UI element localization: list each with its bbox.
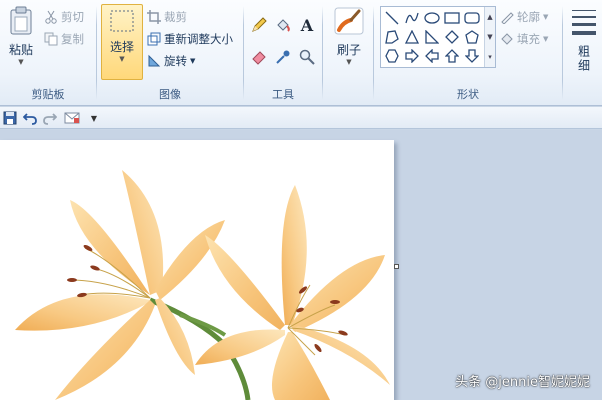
rectangle-shape-icon[interactable]	[443, 9, 461, 27]
size-label: 粗细	[576, 45, 591, 73]
undo-icon[interactable]	[22, 110, 38, 126]
fill-shape-button[interactable]: 填充 ▼	[500, 30, 548, 48]
paste-dropdown-icon[interactable]: ▼	[4, 58, 38, 66]
fill-shape-label: 填充	[517, 32, 540, 46]
cut-button[interactable]: 剪切	[44, 8, 84, 26]
outline-dropdown-icon[interactable]: ▼	[543, 13, 548, 21]
tools-group-label: 工具	[272, 88, 294, 101]
clipboard-group-label: 剪贴板	[31, 88, 65, 101]
clipboard-group: 粘贴 ▼ 剪切 复制 剪贴板	[0, 0, 96, 106]
crop-label: 裁剪	[164, 10, 187, 24]
outline-label: 轮廓	[517, 10, 540, 24]
brushes-group: 刷子 ▼	[323, 0, 373, 106]
lily-image	[0, 140, 394, 400]
copy-icon	[44, 32, 58, 46]
gallery-expand-icon[interactable]: ▾	[485, 47, 495, 67]
ribbon: 粘贴 ▼ 剪切 复制 剪贴板 选择 ▼ 裁剪 重新调整大小 旋转 ▼ 图像 A …	[0, 0, 602, 106]
shapes-gallery: ▲ ▼ ▾	[380, 6, 496, 68]
paste-label: 粘贴	[8, 43, 33, 57]
magnifier-icon[interactable]	[298, 48, 316, 66]
email-icon[interactable]	[64, 110, 80, 126]
resize-label: 重新调整大小	[164, 32, 233, 46]
canvas-resize-handle-right[interactable]	[394, 264, 399, 269]
image-group-label: 图像	[159, 88, 181, 101]
scissors-icon	[45, 10, 57, 24]
crop-button[interactable]: 裁剪	[147, 8, 187, 26]
copy-button[interactable]: 复制	[44, 30, 84, 48]
crop-icon	[147, 10, 161, 24]
rotate-label: 旋转	[164, 54, 187, 68]
brushes-label: 刷子	[336, 43, 361, 57]
resize-icon	[147, 32, 161, 46]
select-label: 选择	[109, 40, 134, 54]
color-picker-icon[interactable]	[274, 48, 292, 66]
save-icon[interactable]	[2, 110, 18, 126]
rotate-dropdown-icon[interactable]: ▼	[190, 57, 195, 65]
pencil-icon[interactable]	[250, 16, 268, 34]
customize-dropdown-icon[interactable]: ▼	[86, 110, 102, 126]
triangle-shape-icon[interactable]	[403, 28, 421, 46]
workspace: 头条 @jennie智妮妮妮	[0, 130, 602, 400]
pentagon-shape-icon[interactable]	[463, 28, 481, 46]
resize-button[interactable]: 重新调整大小	[147, 30, 233, 48]
drawing-canvas[interactable]	[0, 140, 394, 400]
down-arrow-shape-icon[interactable]	[463, 47, 481, 65]
select-icon	[110, 10, 134, 32]
fill-dropdown-icon[interactable]: ▼	[543, 35, 548, 43]
select-button[interactable]: 选择 ▼	[101, 4, 143, 80]
brushes-dropdown-icon[interactable]: ▼	[329, 58, 369, 66]
redo-icon[interactable]	[42, 110, 58, 126]
brushes-button[interactable]: 刷子 ▼	[329, 6, 369, 66]
outline-icon	[501, 12, 514, 24]
fill-bucket-icon	[501, 33, 513, 45]
left-arrow-shape-icon[interactable]	[423, 47, 441, 65]
shapes-group: ▲ ▼ ▾ 轮廓 ▼ 填充 ▼ 形状	[374, 0, 562, 106]
paste-button[interactable]: 粘贴 ▼	[4, 6, 38, 66]
shapes-scrollbar[interactable]: ▲ ▼ ▾	[484, 7, 495, 67]
brush-icon	[334, 7, 364, 35]
hexagon-shape-icon[interactable]	[383, 47, 401, 65]
scroll-up-icon[interactable]: ▲	[485, 7, 495, 27]
oval-shape-icon[interactable]	[423, 9, 441, 27]
watermark-text: 头条 @jennie智妮妮妮	[455, 375, 590, 390]
cut-label: 剪切	[61, 10, 84, 24]
outline-button[interactable]: 轮廓 ▼	[500, 8, 548, 26]
text-icon[interactable]: A	[298, 16, 316, 35]
line-width-icon	[572, 10, 596, 35]
curve-shape-icon[interactable]	[403, 9, 421, 27]
up-arrow-shape-icon[interactable]	[443, 47, 461, 65]
size-button[interactable]: 粗细	[569, 8, 599, 75]
line-shape-icon[interactable]	[383, 9, 401, 27]
quick-access-toolbar: ▼	[0, 107, 602, 129]
rotate-icon	[148, 54, 161, 67]
scroll-down-icon[interactable]: ▼	[485, 27, 495, 47]
rotate-button[interactable]: 旋转 ▼	[147, 52, 195, 70]
right-arrow-shape-icon[interactable]	[403, 47, 421, 65]
diamond-shape-icon[interactable]	[443, 28, 461, 46]
image-group: 选择 ▼ 裁剪 重新调整大小 旋转 ▼ 图像	[97, 0, 243, 106]
copy-label: 复制	[61, 32, 84, 46]
tools-group: A 工具	[244, 0, 322, 106]
polygon-shape-icon[interactable]	[383, 28, 401, 46]
shapes-group-label: 形状	[457, 88, 479, 101]
size-group: 粗细	[563, 0, 602, 106]
eraser-icon[interactable]	[250, 48, 268, 66]
rounded-rectangle-shape-icon[interactable]	[463, 9, 481, 27]
fill-icon[interactable]	[274, 16, 292, 34]
select-dropdown-icon[interactable]: ▼	[102, 55, 142, 63]
paste-icon	[10, 6, 32, 35]
right-triangle-shape-icon[interactable]	[423, 28, 441, 46]
